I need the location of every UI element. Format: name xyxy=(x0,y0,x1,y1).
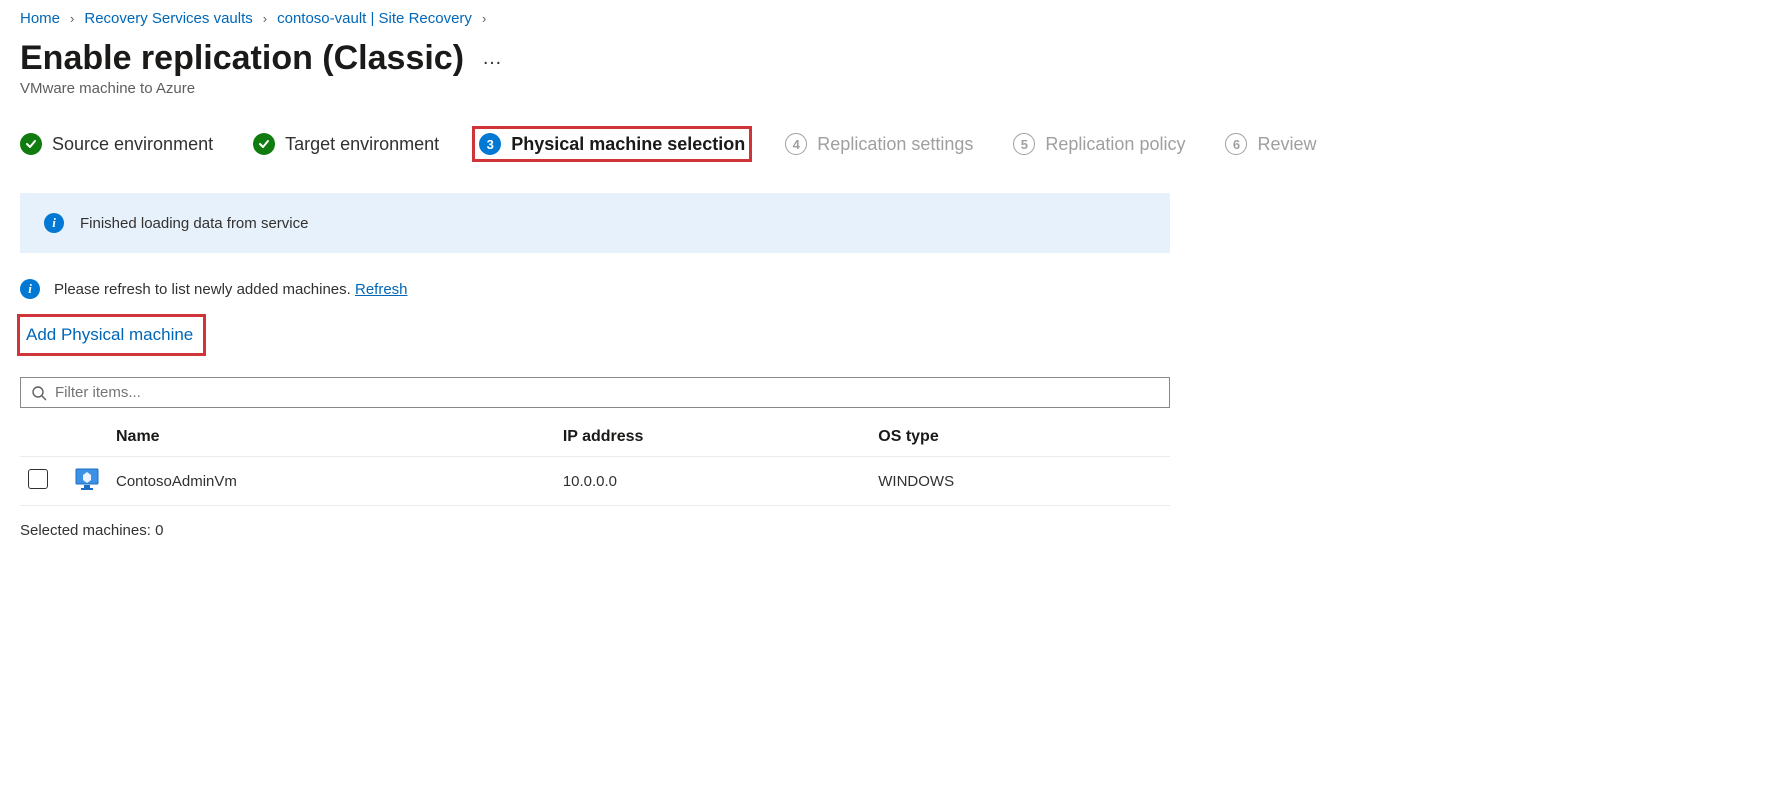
refresh-link[interactable]: Refresh xyxy=(355,281,408,298)
step-1[interactable]: Source environment xyxy=(20,133,213,155)
cell-os: WINDOWS xyxy=(870,457,1170,506)
breadcrumb: Home › Recovery Services vaults › contos… xyxy=(20,10,1756,27)
info-banner: i Finished loading data from service xyxy=(20,193,1170,253)
step-3[interactable]: 3 Physical machine selection xyxy=(479,133,745,155)
step-2[interactable]: Target environment xyxy=(253,133,439,155)
refresh-hint-label: Please refresh to list newly added machi… xyxy=(54,281,355,298)
refresh-hint-text: Please refresh to list newly added machi… xyxy=(54,281,408,298)
col-name-header: Name xyxy=(108,418,555,457)
step-label: Physical machine selection xyxy=(511,134,745,155)
step-label: Target environment xyxy=(285,134,439,155)
selected-label: Selected machines: xyxy=(20,522,155,539)
step-6[interactable]: 6 Review xyxy=(1225,133,1316,155)
breadcrumb-vaults[interactable]: Recovery Services vaults xyxy=(84,10,252,27)
add-physical-machine-highlight: Add Physical machine xyxy=(20,317,203,353)
cell-name: ContosoAdminVm xyxy=(108,457,555,506)
selected-count: Selected machines: 0 xyxy=(20,522,1756,539)
monitor-icon xyxy=(74,467,100,491)
step-number-badge: 5 xyxy=(1013,133,1035,155)
breadcrumb-vault[interactable]: contoso-vault | Site Recovery xyxy=(277,10,472,27)
step-4[interactable]: 4 Replication settings xyxy=(785,133,973,155)
check-icon xyxy=(20,133,42,155)
chevron-right-icon: › xyxy=(482,11,486,26)
step-label: Replication settings xyxy=(817,134,973,155)
more-actions-button[interactable]: … xyxy=(482,47,502,70)
col-os-header: OS type xyxy=(870,418,1170,457)
step-number-badge: 4 xyxy=(785,133,807,155)
breadcrumb-home[interactable]: Home xyxy=(20,10,60,27)
table-row[interactable]: ContosoAdminVm10.0.0.0WINDOWS xyxy=(20,457,1170,506)
step-label: Review xyxy=(1257,134,1316,155)
step-5[interactable]: 5 Replication policy xyxy=(1013,133,1185,155)
filter-box[interactable] xyxy=(20,377,1170,408)
info-banner-text: Finished loading data from service xyxy=(80,215,308,232)
chevron-right-icon: › xyxy=(70,11,74,26)
add-physical-machine-link[interactable]: Add Physical machine xyxy=(26,325,193,344)
machines-tbody: ContosoAdminVm10.0.0.0WINDOWS xyxy=(20,457,1170,506)
chevron-right-icon: › xyxy=(263,11,267,26)
page-subtitle: VMware machine to Azure xyxy=(20,80,1756,97)
refresh-hint: i Please refresh to list newly added mac… xyxy=(20,279,1756,299)
step-number-badge: 3 xyxy=(479,133,501,155)
page-title: Enable replication (Classic) xyxy=(20,39,464,78)
cell-ip: 10.0.0.0 xyxy=(555,457,870,506)
col-ip-header: IP address xyxy=(555,418,870,457)
selected-value: 0 xyxy=(155,522,163,539)
info-icon: i xyxy=(44,213,64,233)
machines-table: Name IP address OS type ContosoAdminVm10… xyxy=(20,418,1170,506)
search-icon xyxy=(31,385,47,401)
row-checkbox[interactable] xyxy=(28,469,48,489)
filter-input[interactable] xyxy=(55,384,1159,401)
step-label: Replication policy xyxy=(1045,134,1185,155)
info-icon: i xyxy=(20,279,40,299)
step-label: Source environment xyxy=(52,134,213,155)
check-icon xyxy=(253,133,275,155)
step-number-badge: 6 xyxy=(1225,133,1247,155)
wizard-stepper: Source environment Target environment 3 Phy… xyxy=(20,133,1756,155)
